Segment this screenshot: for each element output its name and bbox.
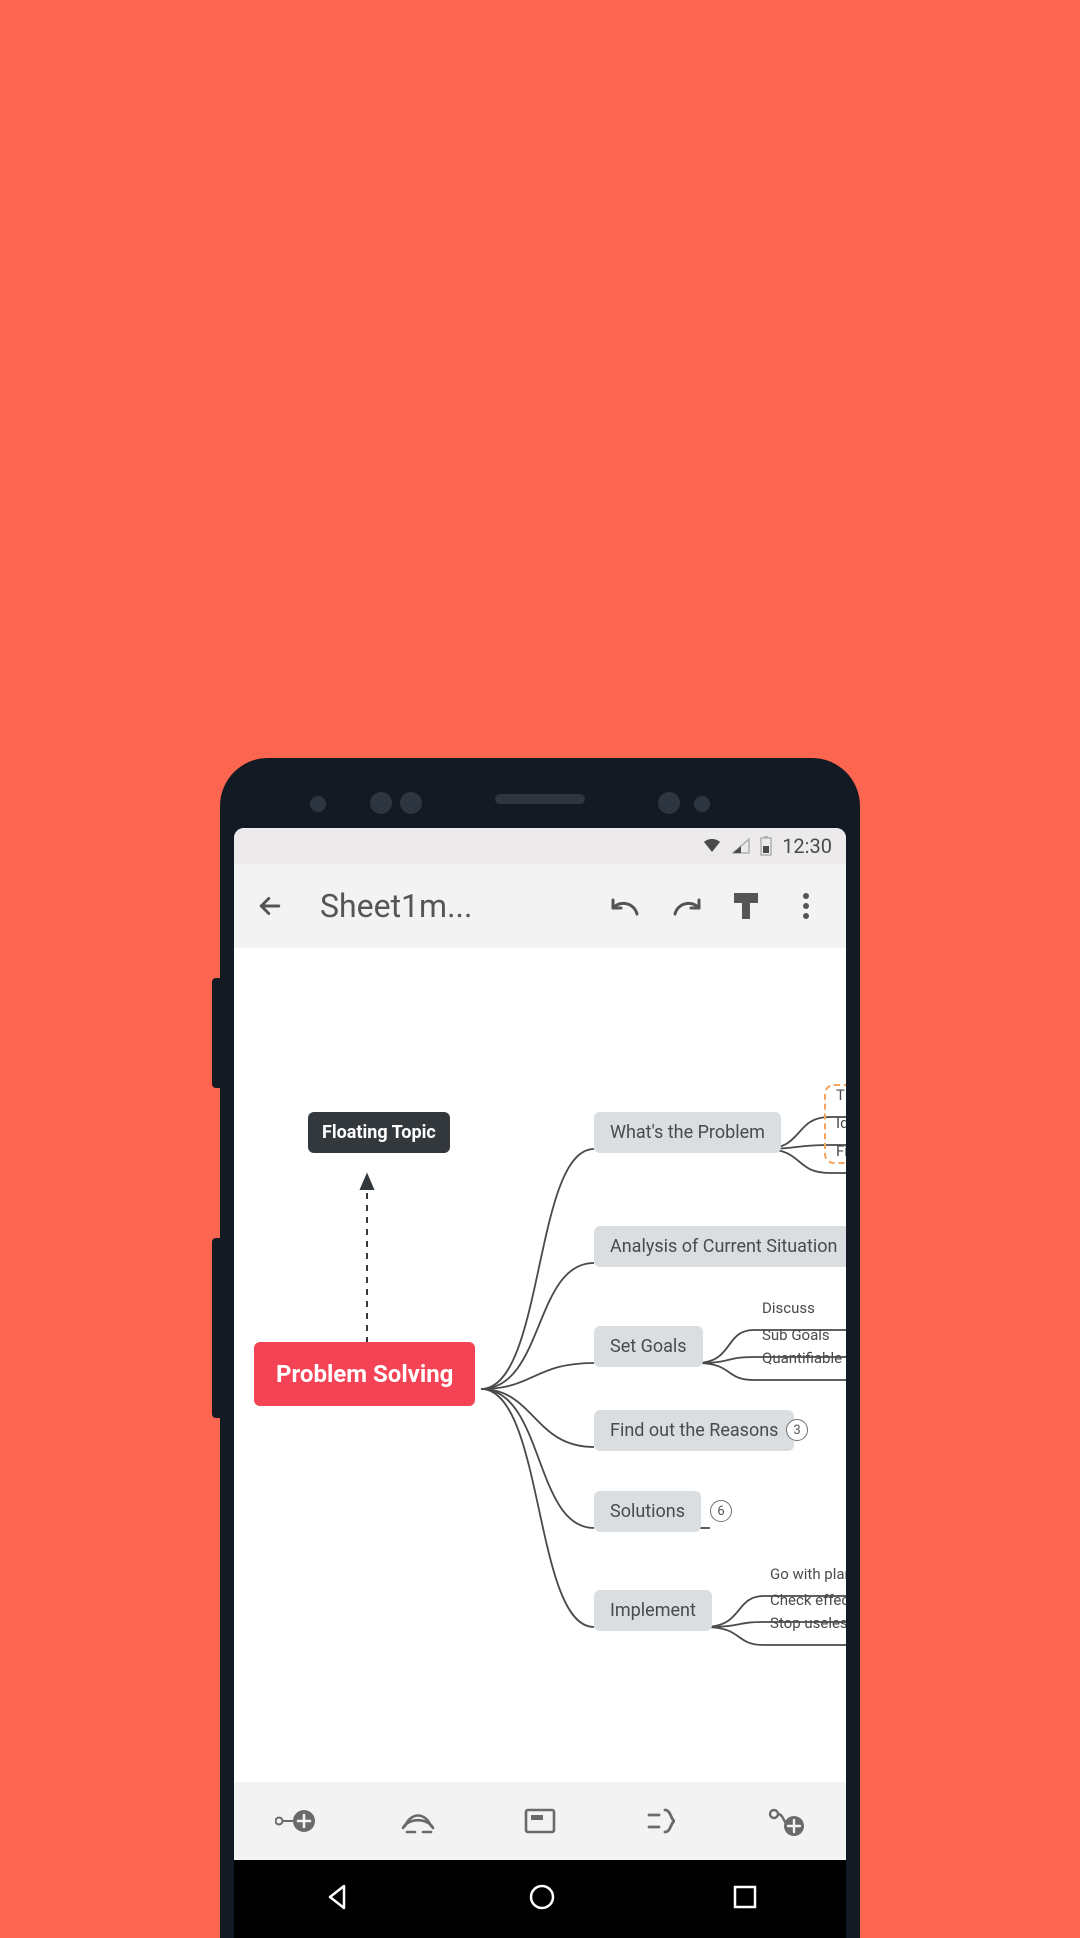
add-relationship-button[interactable]: [388, 1791, 448, 1851]
leaf-node[interactable]: Stop useless so: [770, 1614, 846, 1632]
branch-node[interactable]: Analysis of Current Situation: [594, 1226, 846, 1267]
count-badge[interactable]: 3: [786, 1419, 808, 1441]
leaf-node[interactable]: Ide: [836, 1114, 846, 1132]
leaf-node[interactable]: Th: [836, 1086, 846, 1104]
phone-sensor: [694, 796, 710, 812]
leaf-node[interactable]: Quantifiable targe: [762, 1349, 846, 1367]
sheet-title[interactable]: Sheet1m...: [320, 887, 472, 925]
branch-node[interactable]: Implement: [594, 1590, 712, 1631]
leaf-node[interactable]: Check effect of: [770, 1591, 846, 1609]
phone-speaker: [495, 794, 585, 804]
format-button[interactable]: [720, 880, 772, 932]
leaf-node[interactable]: Go with plans: [770, 1565, 846, 1583]
root-node[interactable]: Problem Solving: [254, 1342, 475, 1406]
floating-topic-node[interactable]: Floating Topic: [308, 1112, 450, 1153]
branch-node[interactable]: Find out the Reasons: [594, 1410, 794, 1451]
nav-home-button[interactable]: [527, 1882, 557, 1916]
nav-back-button[interactable]: [322, 1882, 352, 1916]
add-subtopic-button[interactable]: [265, 1791, 325, 1851]
mindmap-canvas[interactable]: Floating Topic Problem Solving What's th…: [234, 948, 846, 1782]
add-floating-topic-button[interactable]: [755, 1791, 815, 1851]
more-button[interactable]: [780, 880, 832, 932]
wifi-icon: [702, 838, 722, 854]
screen: 12:30 Sheet1m...: [234, 828, 846, 1938]
status-bar: 12:30: [234, 828, 846, 864]
phone-frame: 12:30 Sheet1m...: [220, 758, 860, 1938]
leaf-node[interactable]: Sub Goals: [762, 1326, 830, 1344]
android-nav-bar: [234, 1860, 846, 1938]
phone-side-button: [212, 1238, 220, 1418]
phone-side-button: [212, 978, 220, 1088]
redo-button[interactable]: [660, 880, 712, 932]
add-summary-button[interactable]: [632, 1791, 692, 1851]
bottom-toolbar: [234, 1782, 846, 1860]
status-time: 12:30: [782, 834, 832, 858]
back-button[interactable]: [248, 884, 292, 928]
undo-button[interactable]: [600, 880, 652, 932]
signal-icon: [732, 838, 750, 854]
branch-node[interactable]: Set Goals: [594, 1326, 703, 1367]
app-bar: Sheet1m...: [234, 864, 846, 948]
phone-sensor: [370, 792, 392, 814]
phone-sensor: [400, 792, 422, 814]
add-note-button[interactable]: [510, 1791, 570, 1851]
branch-node[interactable]: Solutions: [594, 1491, 701, 1532]
phone-sensor: [658, 792, 680, 814]
battery-icon: [760, 836, 772, 856]
leaf-node[interactable]: Discuss: [762, 1299, 815, 1317]
branch-node[interactable]: What's the Problem: [594, 1112, 781, 1153]
phone-sensor: [310, 796, 326, 812]
count-badge[interactable]: 6: [710, 1500, 732, 1522]
leaf-node[interactable]: Fin: [836, 1142, 846, 1160]
nav-recents-button[interactable]: [732, 1884, 758, 1914]
